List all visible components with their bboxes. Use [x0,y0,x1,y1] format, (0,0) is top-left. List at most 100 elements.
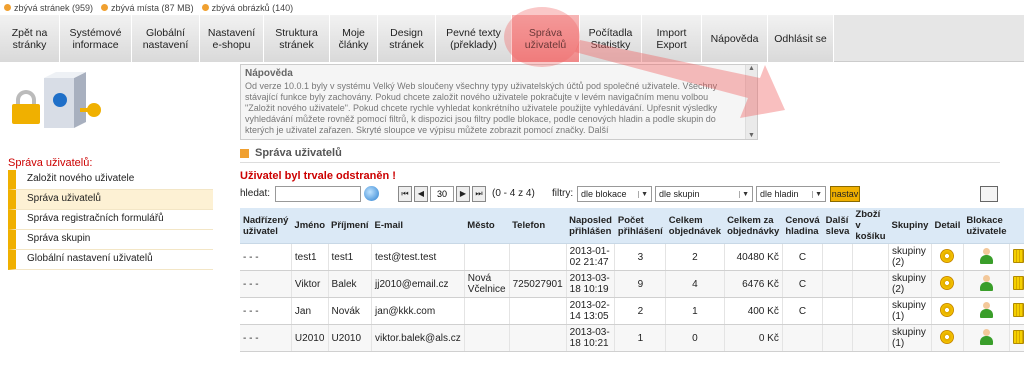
col-email[interactable]: E-mail [371,208,465,244]
col-cart[interactable]: Zboží v košíku [852,208,889,244]
cell-total: 40480 Kč [724,243,783,271]
filter-blocking-select[interactable]: dle blokace ▼ [577,186,652,202]
col-price-level[interactable]: Cenová hladina [782,208,823,244]
trash-icon[interactable] [1012,248,1024,263]
user-icon[interactable] [980,247,994,264]
last-page-icon[interactable]: ⏭ [472,186,486,202]
cell-cart [852,243,890,271]
filter-price-select[interactable]: dle hladin ▼ [756,186,826,202]
col-first[interactable]: Jméno [291,208,329,244]
cell-last: test1 [328,243,373,271]
nav-user-management[interactable]: Správa uživatelů [512,15,580,62]
trash-icon[interactable] [1012,329,1024,344]
nav-help[interactable]: Nápověda [702,15,768,62]
gear-icon[interactable] [940,275,955,290]
nav-page-structure[interactable]: Struktura stránek [264,15,330,62]
detail-cell [931,297,964,325]
user-icon[interactable] [980,328,994,345]
cell-logins: 9 [614,270,667,298]
user-icon[interactable] [980,301,994,318]
cell-first: Jan [291,297,329,325]
col-last-login[interactable]: Naposled přihlášen [566,208,615,244]
images-left-label: zbývá obrázků (140) [211,2,294,13]
search-input[interactable] [275,186,361,202]
page-size-input[interactable] [430,186,454,202]
block-cell [963,297,1010,325]
cell-last-login: 2013-02-14 13:05 [566,297,616,325]
users-table: Nadřízený uživatel Jméno Příjmení E-mail… [240,208,1024,352]
delete-cell [1009,243,1024,271]
cell-orders: 2 [665,243,725,271]
block-cell [963,270,1010,298]
gear-icon[interactable] [940,302,955,317]
nav-global-settings[interactable]: Globální nastavení [132,15,200,62]
delete-cell [1009,270,1024,298]
search-icon[interactable] [364,186,379,201]
nav-system-info[interactable]: Systémové informace [60,15,132,62]
col-logins[interactable]: Počet přihlášení [614,208,666,244]
gear-icon[interactable] [940,329,955,344]
col-last[interactable]: Příjmení [328,208,372,244]
nav-import-export[interactable]: Import Export [642,15,702,62]
cell-last-login: 2013-01-02 21:47 [566,243,616,271]
sidebar-item-global-user-settings[interactable]: Globální nastavení uživatelů [8,250,213,270]
nav-back-to-pages[interactable]: Zpět na stránky [0,15,60,62]
next-page-icon[interactable]: ▶ [456,186,470,202]
table-row: - - - test1 test1 test@test.test 2013-01… [240,243,1024,271]
cell-groups[interactable]: skupiny (2) [888,243,932,271]
sidebar-item-users[interactable]: Správa uživatelů [8,190,213,210]
first-page-icon[interactable]: ⏮ [398,186,412,202]
delete-cell [1009,297,1024,325]
chevron-down-icon: ▼ [812,190,822,198]
col-discount[interactable]: Další sleva [822,208,853,244]
cell-groups[interactable]: skupiny (1) [888,324,932,352]
col-total[interactable]: Celkem za objednávky [724,208,783,244]
section-header: Správa uživatelů [240,147,342,159]
result-range: (0 - 4 z 4) [492,188,535,199]
cell-groups[interactable]: skupiny (2) [888,270,932,298]
nav-logout[interactable]: Odhlásit se [768,15,834,62]
cell-last: Balek [328,270,373,298]
nav-fixed-texts[interactable]: Pevné texty (překlady) [436,15,512,62]
cell-price-level [782,324,824,352]
trash-icon[interactable] [1012,275,1024,290]
sidebar-item-groups[interactable]: Správa skupin [8,230,213,250]
nav-eshop-settings[interactable]: Nastavení e-shopu [200,15,264,62]
scroll-down-icon[interactable]: ▼ [746,132,757,139]
nav-page-design[interactable]: Design stránek [378,15,436,62]
filter-groups-select[interactable]: dle skupin ▼ [655,186,753,202]
section-title: Správa uživatelů [255,147,342,159]
col-parent[interactable]: Nadřízený uživatel [240,208,292,244]
cell-parent: - - - [240,270,292,298]
sidebar-item-new-user[interactable]: Založit nového uživatele [8,170,213,190]
nav-counters-stats[interactable]: Počítadla Statistky [580,15,642,62]
user-icon[interactable] [980,274,994,291]
apply-filters-button[interactable]: nastav [830,186,860,202]
cell-parent: - - - [240,243,292,271]
cell-discount [822,243,853,271]
cell-groups[interactable]: skupiny (1) [888,297,932,325]
cell-last-login: 2013-03-18 10:19 [566,270,616,298]
chevron-down-icon: ▼ [739,190,749,198]
cell-email: jj2010@email.cz [371,270,465,298]
scroll-up-icon[interactable]: ▲ [746,65,757,72]
cell-city: Nová Včelnice [464,270,510,298]
help-scrollbar[interactable]: ▲ ▼ [745,65,757,139]
col-city[interactable]: Město [464,208,510,244]
cell-last: Novák [328,297,373,325]
col-block: Blokace uživatele [963,208,1010,244]
cell-phone [509,243,567,271]
trash-icon[interactable] [1012,302,1024,317]
filters-label: filtry: [552,188,574,199]
col-phone[interactable]: Telefon [509,208,567,244]
cell-last-login: 2013-03-18 10:21 [566,324,616,352]
sidebar-item-registration-forms[interactable]: Správa registračních formulářů [8,210,213,230]
nav-my-articles[interactable]: Moje články [330,15,378,62]
cell-phone [509,324,567,352]
col-orders[interactable]: Celkem objednávek [665,208,725,244]
columns-icon[interactable] [980,186,998,202]
cell-phone [509,297,567,325]
prev-page-icon[interactable]: ◀ [414,186,428,202]
cell-cart [852,324,890,352]
gear-icon[interactable] [940,248,955,263]
